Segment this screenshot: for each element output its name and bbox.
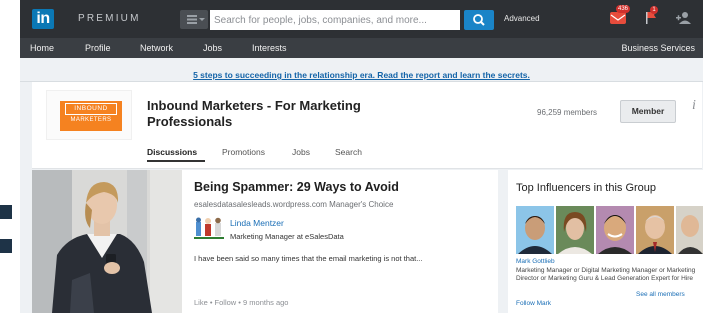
group-logo-line1: INBOUND xyxy=(65,103,117,115)
active-tab-indicator xyxy=(147,160,205,162)
search-category-menu[interactable] xyxy=(180,10,208,29)
search-input[interactable] xyxy=(210,10,460,30)
group-title[interactable]: Inbound Marketers - For Marketing Profes… xyxy=(147,98,397,130)
top-influencers-panel: Top Influencers in this Group Mark Gottl… xyxy=(508,170,703,313)
author-avatar[interactable] xyxy=(194,216,224,240)
influencer-avatar[interactable] xyxy=(516,206,554,254)
author-name[interactable]: Linda Mentzer xyxy=(230,218,284,228)
member-button[interactable]: Member xyxy=(620,100,676,123)
messages-icon[interactable] xyxy=(610,12,626,24)
group-logo[interactable]: INBOUND MARKETERS xyxy=(46,90,132,140)
discussion-post: Being Spammer: 29 Ways to Avoid esalesda… xyxy=(32,170,498,313)
post-actions[interactable]: Like • Follow • 9 months ago xyxy=(194,298,288,307)
main-nav: Home Profile Network Jobs Interests Busi… xyxy=(20,38,703,58)
search-icon xyxy=(473,14,485,26)
premium-label[interactable]: PREMIUM xyxy=(78,13,141,24)
nav-profile[interactable]: Profile xyxy=(85,43,111,53)
tab-promotions[interactable]: Promotions xyxy=(222,147,265,157)
nav-home[interactable]: Home xyxy=(30,43,54,53)
top-bar: in PREMIUM Advanced 436 1 xyxy=(20,0,703,38)
search-button[interactable] xyxy=(464,10,494,30)
menu-icon xyxy=(187,15,197,24)
post-snippet[interactable]: I have been said so many times that the … xyxy=(194,254,422,263)
info-icon[interactable]: i xyxy=(692,98,696,114)
influencers-title: Top Influencers in this Group xyxy=(516,182,657,194)
tab-search[interactable]: Search xyxy=(335,147,362,157)
advanced-search-link[interactable]: Advanced xyxy=(504,14,540,23)
messages-badge: 436 xyxy=(616,5,631,13)
group-header: INBOUND MARKETERS Inbound Marketers - Fo… xyxy=(32,82,702,169)
influencer-name[interactable]: Mark Gottlieb xyxy=(516,258,555,265)
nav-interests[interactable]: Interests xyxy=(252,43,287,53)
chevron-down-icon xyxy=(199,18,205,21)
nav-jobs[interactable]: Jobs xyxy=(203,43,222,53)
nav-network[interactable]: Network xyxy=(140,43,173,53)
follow-influencer-link[interactable]: Follow Mark xyxy=(516,300,551,307)
influencer-photos xyxy=(516,206,703,254)
partial-glyph xyxy=(0,205,12,253)
post-title[interactable]: Being Spammer: 29 Ways to Avoid xyxy=(194,180,399,194)
group-logo-line2: MARKETERS xyxy=(70,117,112,123)
author-role: Marketing Manager at eSalesData xyxy=(230,232,344,241)
linkedin-logo[interactable]: in xyxy=(32,9,54,29)
influencer-avatar[interactable] xyxy=(676,206,703,254)
browser-page: in PREMIUM Advanced 436 1 xyxy=(20,0,703,313)
influencer-avatar[interactable] xyxy=(636,206,674,254)
member-count[interactable]: 96,259 members xyxy=(537,108,597,117)
influencer-description: Marketing Manager or Digital Marketing M… xyxy=(516,267,696,282)
tab-discussions[interactable]: Discussions xyxy=(147,147,197,157)
influencer-avatar[interactable] xyxy=(556,206,594,254)
announcement-link[interactable]: 5 steps to succeeding in the relationshi… xyxy=(193,70,530,80)
nav-business-services[interactable]: Business Services xyxy=(621,43,695,53)
woman-with-phone-image xyxy=(32,170,182,313)
influencer-avatar[interactable] xyxy=(596,206,634,254)
post-photo[interactable] xyxy=(32,170,182,313)
see-all-members-link[interactable]: See all members xyxy=(636,291,685,298)
notifications-badge: 1 xyxy=(650,6,658,14)
post-source[interactable]: esalesdatasalesleads.wordpress.com Manag… xyxy=(194,200,393,209)
add-connection-icon[interactable] xyxy=(676,11,692,25)
tab-jobs[interactable]: Jobs xyxy=(292,147,310,157)
announcement-bar: 5 steps to succeeding in the relationshi… xyxy=(20,58,703,82)
